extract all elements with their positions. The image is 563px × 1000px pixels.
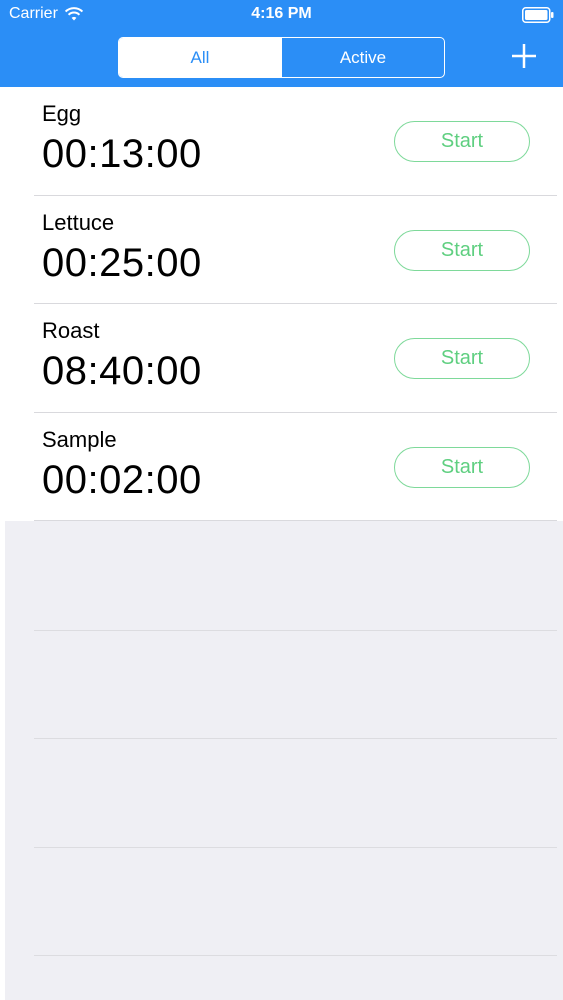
timer-name: Roast: [42, 318, 100, 343]
segment-active[interactable]: Active: [281, 38, 444, 77]
start-button[interactable]: Start: [394, 446, 530, 488]
separator: [34, 630, 557, 631]
separator: [34, 738, 557, 739]
separator: [34, 847, 557, 848]
timer-name: Sample: [42, 426, 117, 452]
separator: [34, 955, 557, 956]
battery-icon: [522, 7, 554, 23]
navigation-bar: Carrier 4:16 PM All Active: [0, 0, 563, 87]
timer-row-roast[interactable]: Roast 08:40:00 Start: [0, 304, 563, 413]
status-time: 4:16 PM: [251, 5, 312, 22]
timer-duration: 00:25:00: [42, 240, 202, 285]
timer-row-lettuce[interactable]: Lettuce 00:25:00 Start: [0, 196, 563, 305]
timer-name: Egg: [42, 101, 82, 126]
status-bar: Carrier 4:16 PM: [0, 0, 563, 30]
timer-list: Egg 00:13:00 Start Lettuce 00:25:00 Star…: [0, 87, 563, 521]
timer-duration: 08:40:00: [42, 349, 202, 393]
start-button[interactable]: Start: [394, 338, 530, 379]
segment-all[interactable]: All: [119, 38, 281, 77]
timer-row-egg[interactable]: Egg 00:13:00 Start: [0, 87, 563, 196]
start-button[interactable]: Start: [394, 121, 530, 162]
empty-list-area: [0, 521, 563, 1000]
timer-duration: 00:13:00: [42, 132, 202, 176]
start-button[interactable]: Start: [394, 229, 530, 271]
timer-name: Lettuce: [42, 209, 115, 235]
plus-icon[interactable]: [504, 36, 544, 76]
filter-segmented-control: All Active: [118, 37, 445, 78]
timer-duration: 00:02:00: [42, 457, 202, 502]
timer-row-sample[interactable]: Sample 00:02:00 Start: [0, 413, 563, 522]
